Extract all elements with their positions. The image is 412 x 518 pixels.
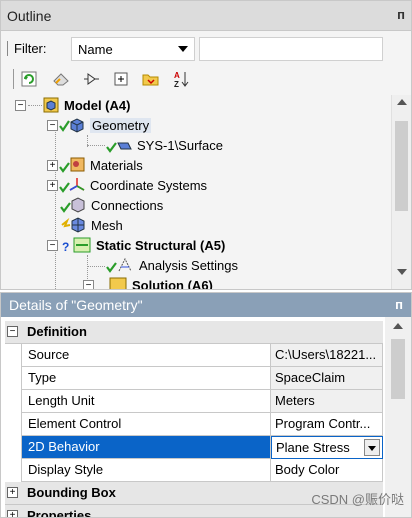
scroll-thumb[interactable] — [395, 121, 408, 211]
property-label: Display Style — [21, 459, 271, 482]
scroll-up-icon[interactable] — [393, 323, 403, 329]
property-value[interactable]: Program Contr... — [271, 413, 383, 436]
refresh-icon[interactable] — [19, 69, 39, 89]
sort-az-icon[interactable]: AZ — [171, 69, 191, 89]
property-value[interactable]: Body Color — [271, 459, 383, 482]
tree-node-coordinate-systems[interactable]: + Coordinate Systems — [47, 175, 207, 195]
tree-node-solution[interactable]: − Solution (A6) — [83, 275, 213, 290]
toolbar-separator — [13, 69, 14, 89]
mesh-icon — [59, 217, 87, 233]
outline-title-bar: Outline ᴨ — [1, 1, 411, 31]
outline-scrollbar[interactable] — [391, 95, 411, 289]
property-value[interactable]: C:\Users\18221... — [271, 344, 383, 367]
filter-select-value: Name — [78, 42, 113, 57]
scroll-up-icon[interactable] — [397, 99, 407, 105]
tree-node-mesh[interactable]: Mesh — [59, 215, 123, 235]
model-icon — [42, 97, 60, 113]
collapse-icon[interactable]: − — [47, 119, 58, 131]
gate-icon[interactable] — [81, 69, 101, 89]
category-label: Bounding Box — [27, 485, 116, 500]
property-row-element-control[interactable]: Element Control Program Contr... — [5, 413, 383, 436]
expand-icon[interactable]: + — [7, 510, 18, 517]
plus-square-icon[interactable] — [111, 69, 131, 89]
coordinate-system-icon — [58, 177, 86, 193]
category-label: Definition — [27, 324, 87, 339]
category-definition[interactable]: − Definition — [5, 321, 383, 344]
eraser-icon[interactable] — [51, 69, 71, 89]
svg-text:?: ? — [62, 240, 69, 253]
property-value[interactable]: SpaceClaim — [271, 367, 383, 390]
dropdown-value: Plane Stress — [276, 440, 350, 455]
analysis-settings-icon — [105, 257, 135, 273]
geometry-icon — [58, 117, 86, 133]
collapse-icon[interactable]: − — [7, 326, 18, 337]
tree-label: SYS-1\Surface — [137, 137, 223, 153]
property-row-display-style[interactable]: Display Style Body Color — [5, 459, 383, 482]
filter-text-input[interactable] — [199, 37, 383, 61]
outline-tree: − Model (A4) − Geometry SYS-1\Surface + — [1, 95, 393, 290]
filter-label: Filter: — [7, 41, 47, 56]
property-label: 2D Behavior — [21, 436, 271, 459]
watermark: CSDN @赈价哒 — [311, 492, 404, 507]
tree-label: Geometry — [90, 117, 152, 133]
connections-icon — [59, 197, 87, 213]
filter-row: Filter: Name — [7, 37, 407, 63]
materials-icon — [58, 157, 86, 173]
dropdown-button[interactable] — [364, 439, 380, 456]
tree-label: Materials — [90, 157, 143, 173]
tree-node-analysis-settings[interactable]: Analysis Settings — [105, 255, 238, 275]
tree-node-geometry[interactable]: − Geometry — [47, 115, 152, 135]
outline-title: Outline — [7, 8, 52, 24]
property-row-2d-behavior[interactable]: 2D Behavior Plane Stress — [5, 436, 383, 459]
expand-icon[interactable]: + — [7, 487, 18, 498]
tree-label: Connections — [91, 197, 164, 213]
tree-connector — [55, 129, 56, 289]
tree-node-surface[interactable]: SYS-1\Surface — [105, 135, 223, 155]
expand-icon[interactable]: + — [47, 179, 58, 191]
details-panel: Details of "Geometry" ᴨ − Definition Sou… — [0, 292, 412, 518]
property-label: Type — [21, 367, 271, 390]
tree-label: Coordinate Systems — [90, 177, 208, 193]
filter-select[interactable]: Name — [71, 37, 195, 61]
behavior-dropdown[interactable]: Plane Stress — [271, 436, 383, 459]
expand-icon[interactable]: + — [47, 159, 58, 171]
tree-node-connections[interactable]: Connections — [59, 195, 163, 215]
chevron-down-icon — [368, 446, 376, 451]
pin-icon[interactable]: ᴨ — [397, 7, 405, 22]
pin-icon[interactable]: ᴨ — [395, 297, 403, 312]
property-label: Length Unit — [21, 390, 271, 413]
static-structural-icon: ? — [58, 237, 92, 253]
property-row-length-unit[interactable]: Length Unit Meters — [5, 390, 383, 413]
details-scrollbar[interactable] — [385, 317, 411, 517]
tree-node-static-structural[interactable]: − ? Static Structural (A5) — [47, 235, 225, 255]
svg-text:A: A — [174, 71, 180, 80]
chevron-down-icon — [178, 46, 188, 52]
outline-toolbar: AZ — [13, 67, 213, 91]
collapse-icon[interactable]: − — [83, 279, 94, 289]
details-title-bar: Details of "Geometry" ᴨ — [1, 293, 411, 317]
tree-label: Static Structural (A5) — [96, 237, 226, 253]
property-row-type[interactable]: Type SpaceClaim — [5, 367, 383, 390]
outline-panel: Outline ᴨ Filter: Name AZ − Model (A4) −… — [0, 0, 412, 290]
property-row-source[interactable]: Source C:\Users\18221... — [5, 344, 383, 367]
tree-label: Analysis Settings — [139, 257, 238, 273]
tree-label: Mesh — [91, 217, 123, 233]
tree-label: Solution (A6) — [132, 277, 213, 290]
property-label: Source — [21, 344, 271, 367]
tree-node-materials[interactable]: + Materials — [47, 155, 143, 175]
property-value[interactable]: Meters — [271, 390, 383, 413]
scroll-down-icon[interactable] — [397, 269, 407, 275]
folder-icon[interactable] — [141, 69, 161, 89]
collapse-icon[interactable]: − — [15, 99, 26, 111]
collapse-icon[interactable]: − — [47, 239, 58, 251]
property-label: Element Control — [21, 413, 271, 436]
tree-node-model[interactable]: − Model (A4) — [15, 95, 130, 115]
surface-icon — [105, 137, 133, 153]
category-label: Properties — [27, 508, 92, 518]
svg-text:Z: Z — [174, 80, 179, 88]
details-title: Details of "Geometry" — [9, 297, 143, 313]
solution-icon — [94, 277, 128, 289]
tree-label: Model (A4) — [64, 97, 131, 113]
scroll-thumb[interactable] — [391, 339, 405, 399]
